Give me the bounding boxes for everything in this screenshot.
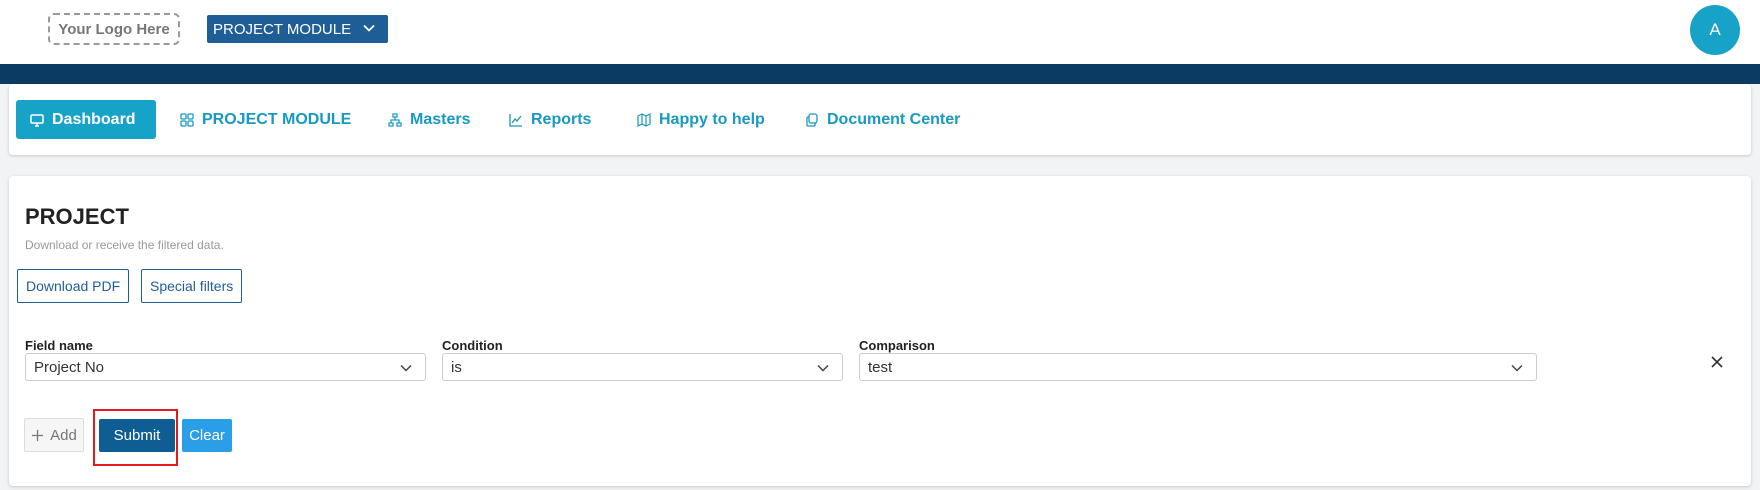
module-select[interactable]: PROJECT MODULE — [207, 15, 388, 43]
page-subtitle: Download or receive the filtered data. — [25, 238, 224, 252]
condition-value: is — [451, 358, 462, 376]
field-name-label: Field name — [25, 338, 93, 353]
module-select-value: PROJECT MODULE — [213, 20, 352, 38]
nav-document-center-label: Document Center — [827, 110, 961, 128]
condition-label: Condition — [442, 338, 503, 353]
line-chart-icon — [509, 113, 522, 127]
chevron-down-icon — [817, 364, 829, 372]
nav-dashboard-label: Dashboard — [52, 110, 136, 128]
add-filter-button[interactable]: Add — [24, 418, 84, 452]
nav-masters-label: Masters — [410, 110, 471, 128]
comparison-select[interactable]: test — [859, 353, 1537, 381]
download-pdf-button[interactable]: Download PDF — [17, 269, 130, 303]
copy-icon — [806, 112, 818, 127]
header-band — [0, 64, 1760, 84]
logo-placeholder[interactable]: Your Logo Here — [48, 13, 180, 45]
map-icon — [637, 112, 651, 127]
comparison-value: test — [868, 358, 893, 376]
sitemap-icon — [388, 112, 402, 127]
chevron-down-icon — [363, 24, 375, 32]
nav-project-module-label: PROJECT MODULE — [202, 110, 352, 128]
top-header: Your Logo Here PROJECT MODULE A — [0, 0, 1760, 64]
chevron-down-icon — [400, 364, 412, 372]
submit-button[interactable]: Submit — [99, 419, 175, 452]
clear-button[interactable]: Clear — [182, 419, 232, 452]
grid-icon — [180, 112, 194, 127]
nav-reports-label: Reports — [531, 110, 592, 128]
nav-project-module[interactable]: PROJECT MODULE — [166, 100, 365, 139]
add-label: Add — [50, 426, 77, 444]
condition-select[interactable]: is — [442, 353, 843, 381]
nav-dashboard[interactable]: Dashboard — [16, 100, 156, 139]
nav-reports[interactable]: Reports — [495, 100, 605, 139]
main-nav: Dashboard PROJECT MODULE Masters Reports — [9, 84, 1751, 155]
remove-filter-icon[interactable] — [1707, 352, 1727, 372]
nav-happy-to-help[interactable]: Happy to help — [623, 100, 779, 139]
field-name-value: Project No — [34, 358, 105, 376]
filter-panel: PROJECT Download or receive the filtered… — [9, 176, 1751, 486]
user-avatar[interactable]: A — [1690, 5, 1740, 55]
page-title: PROJECT — [25, 204, 129, 229]
nav-happy-to-help-label: Happy to help — [659, 110, 765, 128]
field-name-select[interactable]: Project No — [25, 353, 426, 381]
nav-masters[interactable]: Masters — [374, 100, 484, 139]
comparison-label: Comparison — [859, 338, 935, 353]
special-filters-button[interactable]: Special filters — [141, 269, 243, 303]
monitor-icon — [30, 113, 44, 127]
nav-document-center[interactable]: Document Center — [791, 100, 974, 139]
chevron-down-icon — [1511, 364, 1523, 372]
plus-icon — [32, 429, 44, 441]
